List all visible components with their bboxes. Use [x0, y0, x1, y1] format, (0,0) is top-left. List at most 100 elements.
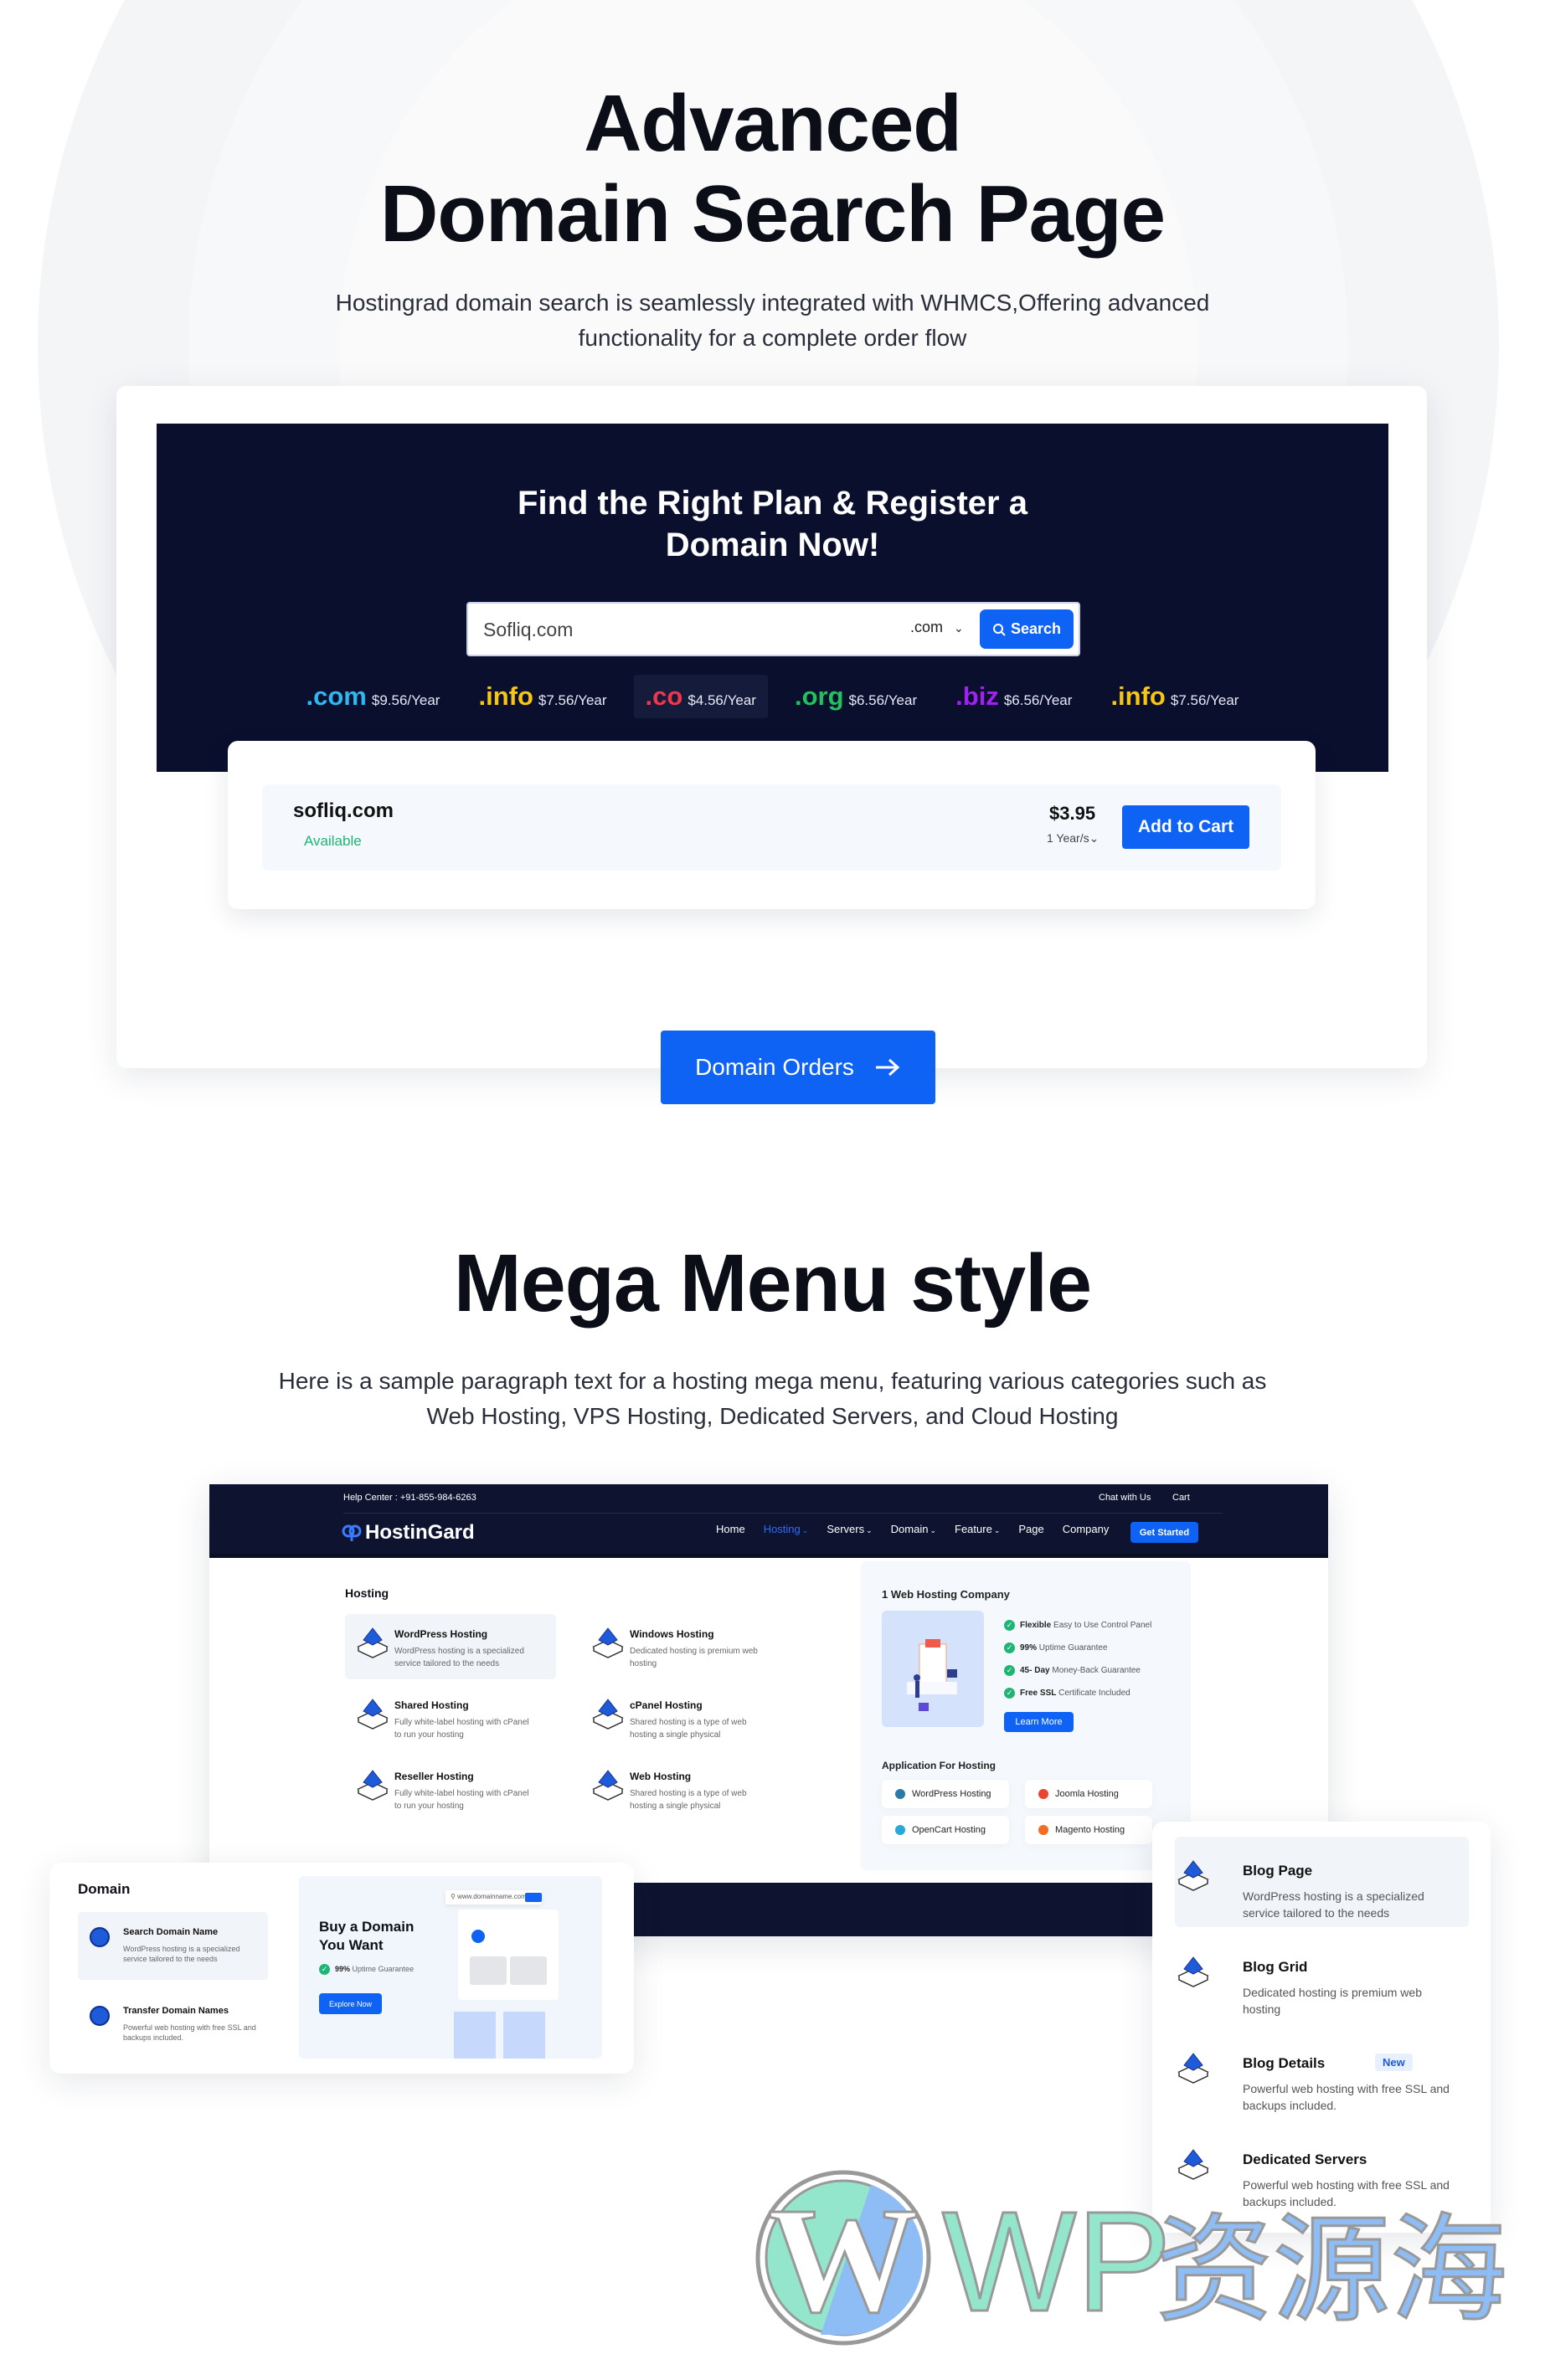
mock-search-button: [525, 1893, 542, 1902]
nav-item-page[interactable]: Page: [1018, 1523, 1043, 1535]
tld-price: $9.56/Year: [371, 692, 440, 708]
company-heading: 1 Web Hosting Company: [882, 1588, 1010, 1601]
blog-item-title[interactable]: Blog Page: [1243, 1863, 1312, 1879]
app-logo-icon: [895, 1825, 905, 1835]
tld-item[interactable]: .com $9.56/Year: [295, 675, 452, 718]
check-icon: ✓: [1004, 1620, 1015, 1631]
help-center: Help Center : +91-855-984-6263: [343, 1493, 476, 1503]
check-icon: ✓: [1004, 1688, 1015, 1699]
tld-extension: .biz: [955, 681, 999, 711]
nav-item-company[interactable]: Company: [1063, 1523, 1110, 1535]
app-item[interactable]: Joomla Hosting: [1025, 1780, 1152, 1808]
server-icon: [1176, 1954, 1211, 1992]
domain-item-title[interactable]: Search Domain Name: [123, 1927, 218, 1937]
hosting-item-desc: WordPress hosting is a specialized servi…: [394, 1647, 524, 1668]
learn-more-button[interactable]: Learn More: [1004, 1712, 1074, 1732]
svg-text:资源海: 资源海: [1156, 2203, 1507, 2339]
hosting-item-title[interactable]: Shared Hosting: [394, 1699, 469, 1711]
tld-item[interactable]: .co $4.56/Year: [633, 675, 768, 718]
svg-text:W: W: [768, 2177, 919, 2343]
search-button[interactable]: Search: [980, 609, 1074, 649]
hosting-item-title[interactable]: cPanel Hosting: [630, 1699, 703, 1711]
mock-tile: [510, 1956, 547, 1985]
tld-extension: .info: [478, 681, 533, 711]
tld-item[interactable]: .biz $6.56/Year: [944, 675, 1084, 718]
hosting-item-title[interactable]: Web Hosting: [630, 1771, 691, 1782]
app-item[interactable]: Magento Hosting: [1025, 1816, 1152, 1844]
hero-subtitle: functionality for a complete order flow: [578, 325, 967, 351]
tld-price: $6.56/Year: [848, 692, 918, 708]
hosting-item-title[interactable]: Reseller Hosting: [394, 1771, 474, 1782]
domain-search-banner: Find the Right Plan & Register a Domain …: [157, 424, 1388, 772]
domain-item-desc: WordPress hosting is a specialized servi…: [123, 1945, 240, 1963]
server-icon: [1176, 2050, 1211, 2088]
blog-item-title[interactable]: Dedicated Servers: [1243, 2151, 1367, 2168]
tld-extension: .org: [794, 681, 844, 711]
explore-now-button[interactable]: Explore Now: [319, 1993, 382, 2014]
get-started-button[interactable]: Get Started: [1130, 1522, 1198, 1543]
chevron-down-icon: ⌄: [1089, 831, 1100, 845]
chat-link[interactable]: Chat with Us: [1099, 1493, 1151, 1503]
app-item[interactable]: OpenCart Hosting: [882, 1816, 1009, 1844]
tld-item[interactable]: .org $6.56/Year: [783, 675, 929, 718]
chevron-down-icon: ⌄: [801, 1526, 809, 1534]
nav-item-servers[interactable]: Servers ⌄: [827, 1523, 872, 1535]
chevron-down-icon: ⌄: [954, 621, 964, 635]
result-domain: sofliq.com: [293, 799, 394, 822]
domain-search-bar: .com ⌄ Search: [466, 602, 1080, 656]
mega-section-paragraph: Web Hosting, VPS Hosting, Dedicated Serv…: [426, 1403, 1119, 1429]
hosting-item-title[interactable]: Windows Hosting: [630, 1628, 714, 1640]
server-icon: [590, 1696, 626, 1734]
server-icon: [590, 1767, 626, 1805]
chevron-down-icon: ⌄: [866, 1526, 873, 1534]
blog-item-desc: Powerful web hosting with free SSL and b…: [1243, 2082, 1450, 2112]
promo-feature: ✓ 99% Uptime Guarantee: [319, 1964, 414, 1975]
domain-orders-button[interactable]: Domain Orders: [661, 1031, 935, 1104]
add-to-cart-button[interactable]: Add to Cart: [1122, 805, 1249, 849]
period-select[interactable]: 1 Year/s⌄: [1047, 831, 1099, 846]
blog-item-desc: Dedicated hosting is premium web hosting: [1243, 1986, 1422, 2016]
tld-price: $6.56/Year: [1003, 692, 1073, 708]
domain-item-desc: Powerful web hosting with free SSL and b…: [123, 2023, 256, 2042]
promo-title: Buy a Domain You Want: [319, 1919, 415, 1953]
result-price: $3.95: [1049, 803, 1096, 824]
tld-item[interactable]: .info $7.56/Year: [466, 675, 618, 718]
availability-status: Available: [304, 833, 362, 849]
feature-item: ✓ Free SSL Certificate Included: [1004, 1688, 1130, 1699]
mega-section-paragraph: Here is a sample paragraph text for a ho…: [278, 1368, 1267, 1394]
blog-item-title[interactable]: Blog Details: [1243, 2055, 1325, 2072]
site-header: Help Center : +91-855-984-6263 Chat with…: [209, 1484, 1328, 1554]
app-item[interactable]: WordPress Hosting: [882, 1780, 1009, 1808]
chevron-down-icon: ⌄: [930, 1526, 936, 1534]
cart-link[interactable]: Cart: [1172, 1493, 1190, 1503]
hosting-item-desc: Dedicated hosting is premium web hosting: [630, 1647, 758, 1668]
mock-card: [458, 1910, 559, 2000]
nav-item-home[interactable]: Home: [716, 1523, 745, 1535]
blog-item-desc: WordPress hosting is a specialized servi…: [1243, 1889, 1424, 1920]
server-illustration: [882, 1611, 984, 1727]
nav-item-domain[interactable]: Domain ⌄: [891, 1523, 936, 1535]
check-icon: ✓: [1004, 1642, 1015, 1653]
nav-item-hosting[interactable]: Hosting ⌄: [764, 1523, 809, 1535]
domain-search-input[interactable]: [483, 614, 885, 645]
hosting-item-title[interactable]: WordPress Hosting: [394, 1628, 487, 1640]
domain-result-row: sofliq.com Available $3.95 1 Year/s⌄ Add…: [262, 784, 1281, 871]
hosting-item-desc: Fully white-label hosting with cPanel to…: [394, 1789, 529, 1811]
feature-item: ✓ 99% Uptime Guarantee: [1004, 1642, 1108, 1653]
app-logo-icon: [1038, 1789, 1048, 1799]
server-icon: [355, 1767, 390, 1805]
new-badge: New: [1375, 2054, 1413, 2071]
mock-tile: [503, 2012, 545, 2059]
app-logo-icon: [1038, 1825, 1048, 1835]
logo[interactable]: HostinGard: [342, 1521, 475, 1545]
server-icon: [355, 1696, 390, 1734]
watermark-logo: W WP 资源海: [754, 2168, 1516, 2348]
domain-item-title[interactable]: Transfer Domain Names: [123, 2006, 229, 2016]
tld-item[interactable]: .info $7.56/Year: [1099, 675, 1250, 718]
blog-item-title[interactable]: Blog Grid: [1243, 1959, 1307, 1976]
nav-item-feature[interactable]: Feature ⌄: [955, 1523, 1000, 1535]
logo-icon: [342, 1524, 362, 1541]
tld-price-list: .com $9.56/Year .info $7.56/Year .co $4.56/Ye…: [157, 675, 1388, 718]
company-panel: 1 Web Hosting Company ✓ Flexible Easy to …: [861, 1561, 1191, 1870]
tld-select[interactable]: .com ⌄: [910, 619, 964, 636]
